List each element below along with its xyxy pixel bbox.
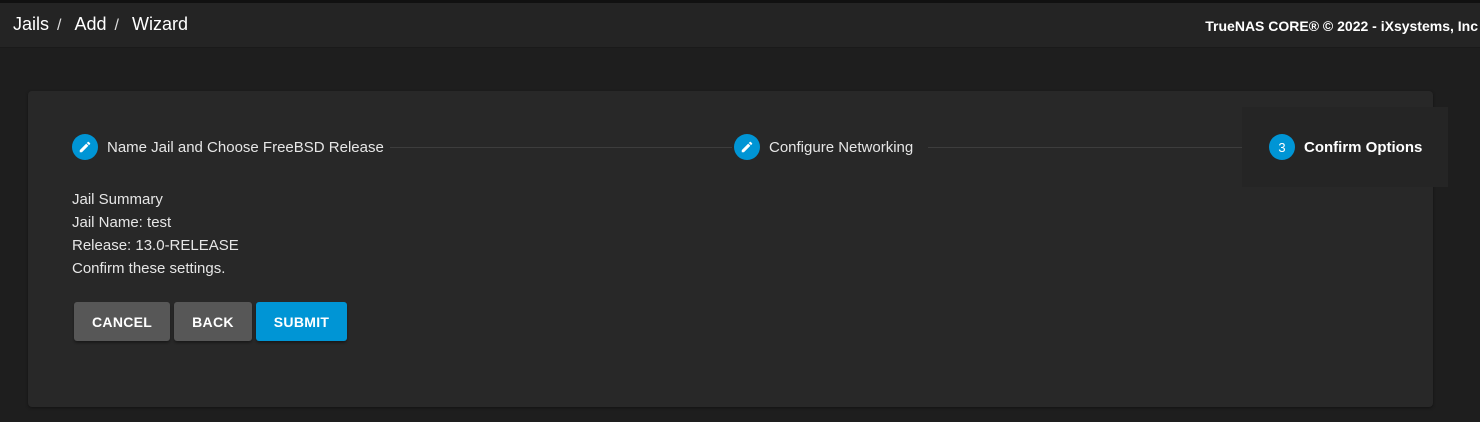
summary-release: Release: 13.0-RELEASE [72,237,239,254]
submit-button[interactable]: SUBMIT [255,302,348,341]
breadcrumb: Jails / Add / Wizard [13,14,188,35]
summary-jail-name: Jail Name: test [72,214,172,231]
summary-title: Jail Summary [72,191,163,208]
copyright-text[interactable]: TrueNAS CORE® © 2022 - iXsystems, Inc [1205,18,1478,34]
jail-summary: Jail Summary Jail Name: test Release: 13… [72,191,239,283]
pencil-icon [734,134,760,160]
breadcrumb-wizard: Wizard [131,14,188,34]
step-label: Configure Networking [769,138,914,156]
wizard-actions: CANCEL BACK SUBMIT [74,302,351,341]
breadcrumb-separator: / [114,17,119,34]
page-header: Jails / Add / Wizard TrueNAS CORE® © 2022 - … [0,3,1480,48]
step-configure-networking[interactable]: Configure Networking [734,107,913,187]
cancel-button[interactable]: CANCEL [74,302,171,341]
wizard-card: Name Jail and Choose FreeBSD Release Con… [28,91,1449,407]
step-label: Confirm Options [1304,138,1423,156]
step-connector [390,147,732,148]
step-label: Name Jail and Choose FreeBSD Release [107,138,384,156]
step-name-jail[interactable]: Name Jail and Choose FreeBSD Release [72,107,384,187]
breadcrumb-add[interactable]: Add [74,14,106,35]
back-button[interactable]: BACK [174,302,252,341]
step-number: 3 [1269,134,1295,160]
summary-confirm: Confirm these settings. [72,260,226,277]
step-confirm-options[interactable]: 3 Confirm Options [1242,107,1449,187]
stepper: Name Jail and Choose FreeBSD Release Con… [28,107,1449,189]
step-connector [928,147,1243,148]
breadcrumb-separator: / [57,17,62,34]
breadcrumb-jails[interactable]: Jails [13,14,49,35]
pencil-icon [72,134,98,160]
